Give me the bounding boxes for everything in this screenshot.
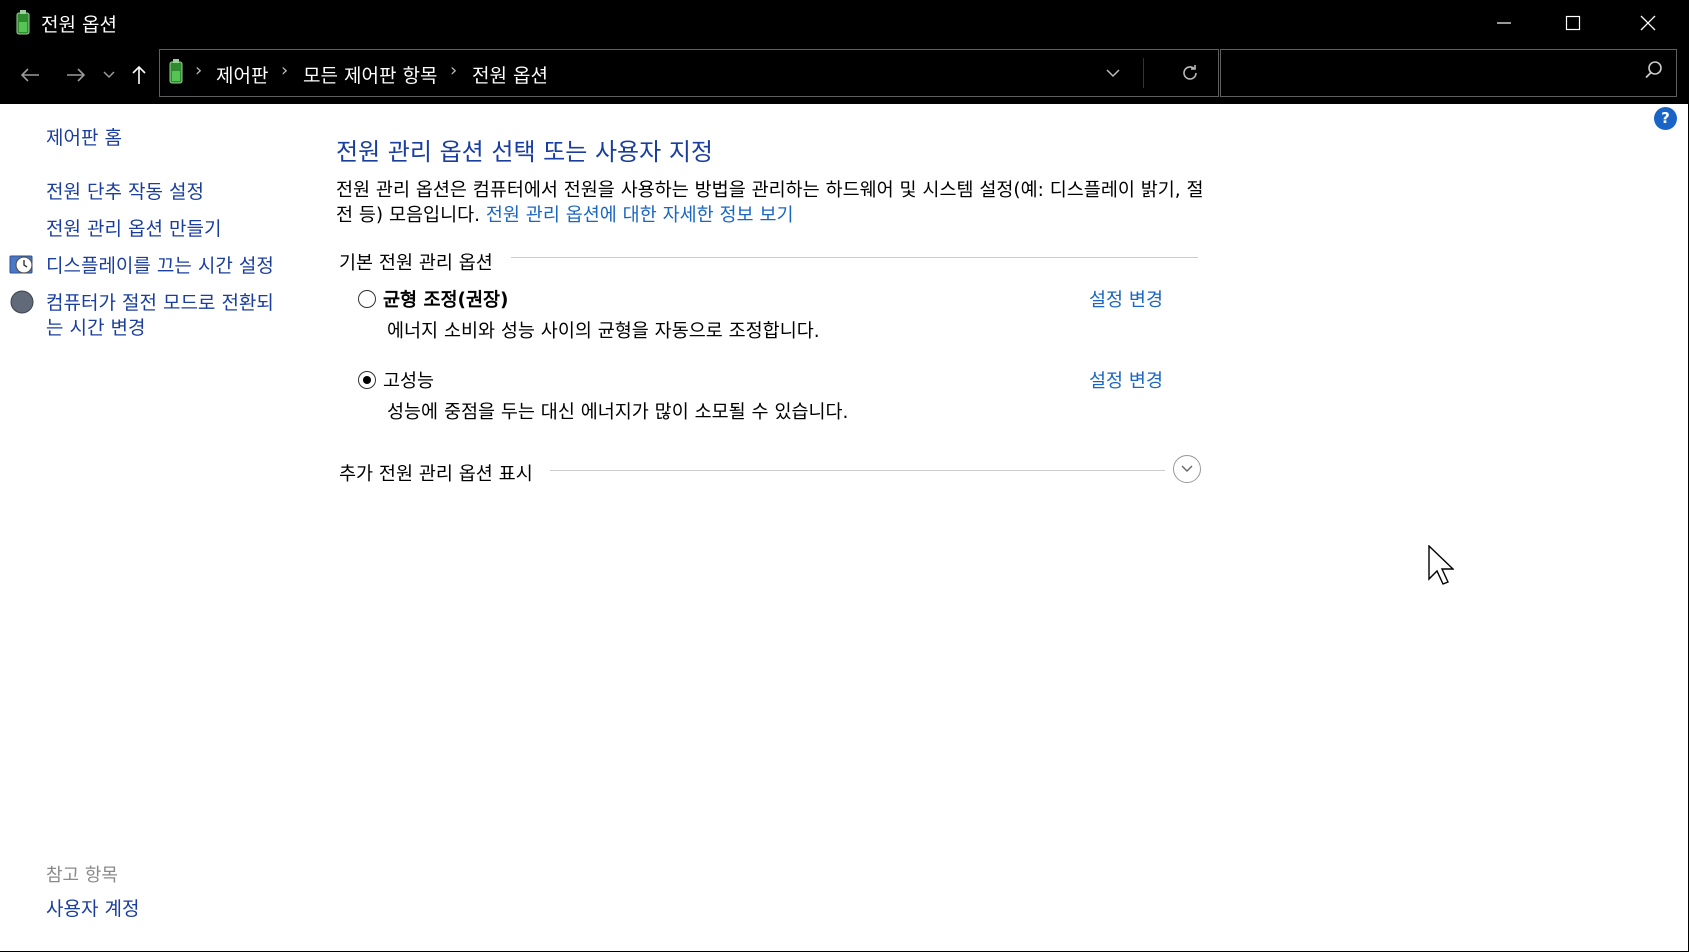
expand-additional-plans-button[interactable]: [1173, 455, 1201, 483]
sidebar-item-sleep-time[interactable]: 컴퓨터가 절전 모드로 전환되 는 시간 변경: [46, 291, 274, 341]
search-icon: [1645, 61, 1662, 79]
plan-high-performance-description: 성능에 중점을 두는 대신 에너지가 많이 소모될 수 있습니다.: [387, 402, 849, 423]
plan-balanced-description: 에너지 소비와 성능 사이의 균형을 자동으로 조정합니다.: [387, 321, 820, 342]
see-also-user-accounts[interactable]: 사용자 계정: [46, 897, 139, 922]
power-options-window: 전원 옵션 › 제어판 › 모든 제어판 항목 › 전원 옵션 제어판 홈 전원…: [0, 0, 1689, 952]
mouse-cursor-icon: [1428, 545, 1454, 585]
breadcrumb-control-panel[interactable]: 제어판: [216, 61, 268, 88]
breadcrumb-separator: ›: [195, 60, 203, 81]
address-divider: [1143, 58, 1144, 88]
refresh-icon[interactable]: [1180, 63, 1200, 83]
breadcrumb-power-options[interactable]: 전원 옵션: [472, 61, 548, 88]
show-additional-plans-label[interactable]: 추가 전원 관리 옵션 표시: [339, 460, 533, 486]
up-button[interactable]: [126, 45, 152, 104]
plan-balanced-radio[interactable]: [358, 290, 376, 308]
sidebar-item-create-plan[interactable]: 전원 관리 옵션 만들기: [46, 217, 221, 242]
sidebar: 제어판 홈 전원 단추 작동 설정 전원 관리 옵션 만들기 디스플레이를 끄는…: [0, 104, 320, 951]
search-input[interactable]: [1229, 58, 1633, 88]
address-bar[interactable]: › 제어판 › 모든 제어판 항목 › 전원 옵션: [159, 49, 1219, 97]
additional-plans-divider: [550, 470, 1165, 471]
plan-high-performance-name[interactable]: 고성능: [383, 367, 434, 393]
plan-balanced-name[interactable]: 균형 조정(권장): [383, 286, 508, 312]
plan-high-performance-change-settings-link[interactable]: 설정 변경: [1089, 367, 1163, 393]
sidebar-item-display-off[interactable]: 디스플레이를 끄는 시간 설정: [46, 254, 274, 279]
sidebar-control-panel-home[interactable]: 제어판 홈: [46, 126, 122, 151]
battery-app-icon: [16, 10, 30, 35]
close-button[interactable]: [1613, 0, 1683, 45]
sidebar-item-power-button[interactable]: 전원 단추 작동 설정: [46, 180, 204, 205]
page-description: 전원 관리 옵션은 컴퓨터에서 전원을 사용하는 방법을 관리하는 하드웨어 및…: [336, 178, 1206, 228]
recent-locations-button[interactable]: [99, 45, 119, 104]
minimize-button[interactable]: [1469, 0, 1539, 45]
back-button[interactable]: [14, 45, 46, 104]
preferred-plans-heading: 기본 전원 관리 옵션: [339, 249, 503, 275]
up-arrow-icon: [132, 65, 146, 84]
battery-breadcrumb-icon: [169, 59, 183, 84]
chevron-down-icon: [103, 70, 115, 78]
plan-balanced-change-settings-link[interactable]: 설정 변경: [1089, 286, 1163, 312]
title-bar: 전원 옵션: [0, 0, 1688, 45]
breadcrumb-all-items[interactable]: 모든 제어판 항목: [303, 61, 437, 88]
breadcrumb-separator: ›: [450, 60, 458, 81]
chevron-down-icon: [1181, 465, 1193, 472]
learn-more-link[interactable]: 전원 관리 옵션에 대한 자세한 정보 보기: [486, 205, 794, 226]
group-divider: [511, 257, 1198, 258]
plan-high-performance-radio[interactable]: [358, 371, 376, 389]
forward-button[interactable]: [60, 45, 92, 104]
minimize-icon: [1497, 21, 1511, 24]
back-arrow-icon: [20, 67, 39, 82]
forward-arrow-icon: [67, 67, 86, 82]
display-clock-icon: [9, 255, 33, 274]
see-also-heading: 참고 항목: [46, 865, 118, 886]
maximize-button[interactable]: [1538, 0, 1608, 45]
window-title: 전원 옵션: [41, 14, 117, 36]
address-dropdown-icon[interactable]: [1106, 68, 1120, 78]
help-button[interactable]: ?: [1654, 107, 1677, 130]
breadcrumb-separator: ›: [281, 60, 289, 81]
close-icon: [1640, 15, 1656, 30]
search-box[interactable]: [1220, 49, 1677, 97]
moon-sleep-icon: [10, 290, 34, 314]
page-title: 전원 관리 옵션 선택 또는 사용자 지정: [336, 138, 713, 166]
maximize-icon: [1565, 15, 1581, 30]
navigation-bar: › 제어판 › 모든 제어판 항목 › 전원 옵션: [0, 45, 1688, 104]
